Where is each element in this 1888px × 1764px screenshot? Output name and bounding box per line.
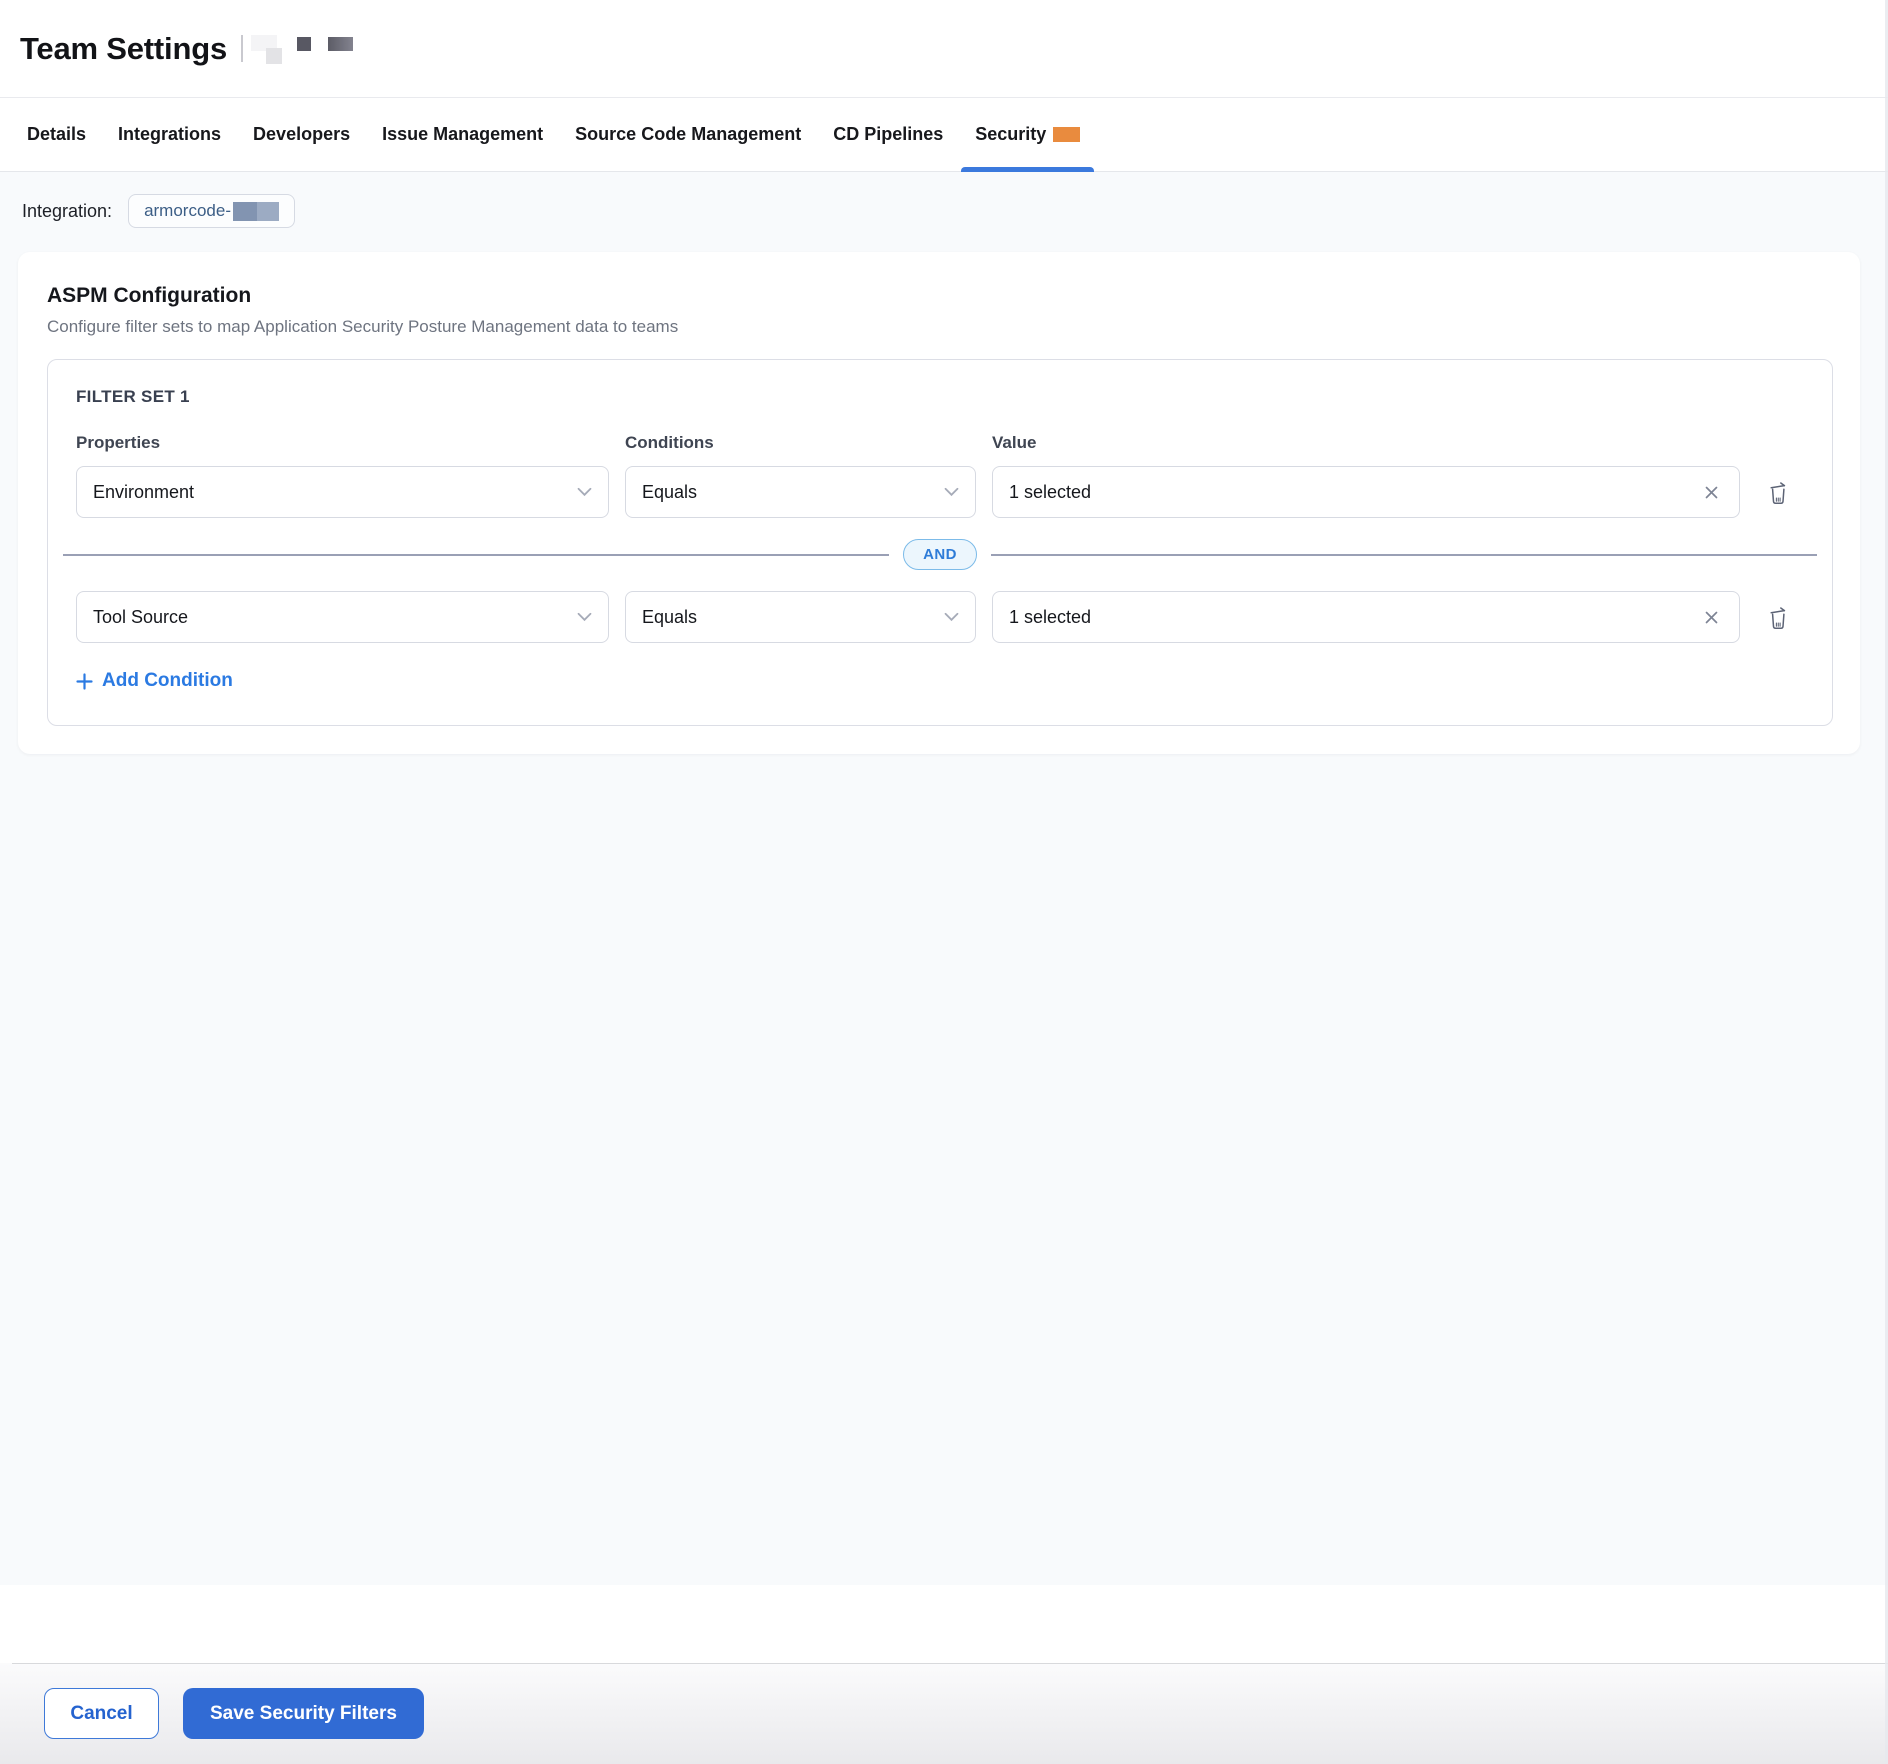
integration-label: Integration: [22, 201, 112, 222]
chevron-down-icon [944, 612, 959, 622]
tab-cd-pipelines[interactable]: CD Pipelines [817, 98, 959, 171]
save-security-filters-button[interactable]: Save Security Filters [183, 1688, 424, 1739]
tab-bar: Details Integrations Developers Issue Ma… [0, 98, 1888, 172]
clear-value-icon[interactable] [1700, 606, 1723, 629]
clear-value-icon[interactable] [1700, 481, 1723, 504]
filter-column-headers: Properties Conditions Value [76, 433, 1804, 453]
tab-security[interactable]: Security [959, 98, 1096, 171]
integration-redacted-value [233, 202, 279, 221]
cancel-button[interactable]: Cancel [44, 1688, 159, 1739]
security-count-badge [1053, 127, 1080, 142]
filter-set-1: FILTER SET 1 Properties Conditions Value… [47, 359, 1833, 726]
tab-source-code-management[interactable]: Source Code Management [559, 98, 817, 171]
tab-developers[interactable]: Developers [237, 98, 366, 171]
joiner-line-right [991, 554, 1817, 556]
condition-select-1[interactable]: Equals [625, 466, 976, 518]
title-divider [241, 35, 243, 62]
aspm-subtitle: Configure filter sets to map Application… [47, 317, 1833, 337]
main-content: Integration: armorcode- ASPM Configurati… [0, 172, 1888, 1585]
integration-value: armorcode- [144, 201, 231, 221]
redaction-box-light [251, 34, 297, 64]
tab-issue-management[interactable]: Issue Management [366, 98, 559, 171]
trash-icon [1767, 480, 1790, 505]
titlebar: Team Settings [0, 0, 1888, 98]
footer-divider [12, 1663, 1888, 1664]
filter-set-title: FILTER SET 1 [76, 387, 1804, 407]
plus-icon [76, 673, 93, 690]
chevron-down-icon [577, 487, 592, 497]
joiner-line-left [63, 554, 889, 556]
add-condition-button[interactable]: Add Condition [76, 670, 233, 692]
column-header-value: Value [992, 433, 1740, 453]
chevron-down-icon [944, 487, 959, 497]
footer-action-bar: Cancel Save Security Filters [0, 1663, 1888, 1764]
value-multiselect-2[interactable]: 1 selected [992, 591, 1740, 643]
column-header-properties: Properties [76, 433, 609, 453]
delete-condition-button[interactable] [1756, 595, 1800, 639]
filter-row-1: Environment Equals 1 selected [76, 466, 1804, 518]
column-header-conditions: Conditions [625, 433, 976, 453]
condition-select-2[interactable]: Equals [625, 591, 976, 643]
and-pill: AND [903, 539, 977, 570]
integration-row: Integration: armorcode- [0, 194, 1888, 228]
tab-details[interactable]: Details [11, 98, 102, 171]
condition-joiner: AND [63, 539, 1817, 570]
aspm-title: ASPM Configuration [47, 284, 1833, 308]
value-multiselect-1[interactable]: 1 selected [992, 466, 1740, 518]
trash-icon [1767, 605, 1790, 630]
property-select-1[interactable]: Environment [76, 466, 609, 518]
aspm-configuration-card: ASPM Configuration Configure filter sets… [18, 252, 1860, 754]
integration-chip[interactable]: armorcode- [128, 194, 295, 228]
title-redacted-content [241, 34, 353, 64]
redaction-box-dark-wide [328, 37, 353, 51]
redaction-box-dark-small [297, 37, 311, 51]
property-select-2[interactable]: Tool Source [76, 591, 609, 643]
filter-row-2: Tool Source Equals 1 selected [76, 591, 1804, 643]
tab-integrations[interactable]: Integrations [102, 98, 237, 171]
page-title: Team Settings [20, 31, 227, 67]
delete-condition-button[interactable] [1756, 470, 1800, 514]
chevron-down-icon [577, 612, 592, 622]
